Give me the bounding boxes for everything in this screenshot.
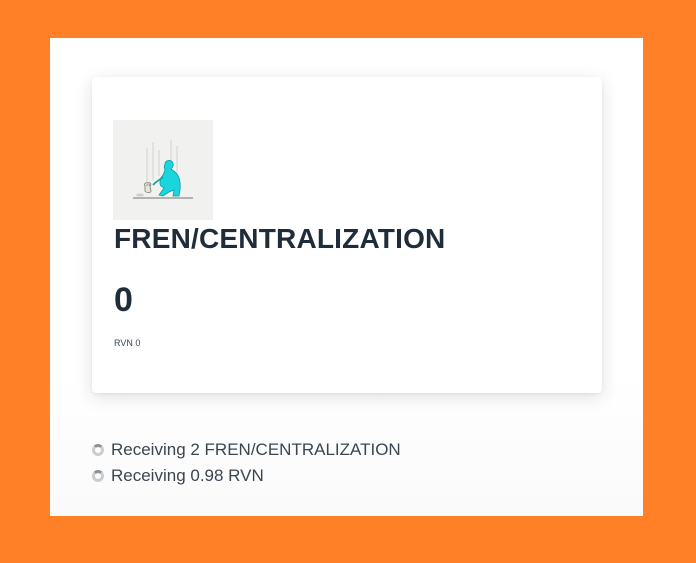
status-item-asset: Receiving 2 FREN/CENTRALIZATION	[92, 437, 401, 463]
status-item-rvn: Receiving 0.98 RVN	[92, 463, 401, 489]
loading-spinner-icon	[92, 444, 104, 456]
status-text: Receiving 2 FREN/CENTRALIZATION	[111, 440, 401, 459]
asset-card: FREN/CENTRALIZATION 0 RVN 0	[92, 77, 602, 393]
wallet-panel: FREN/CENTRALIZATION 0 RVN 0 Receiving 2 …	[50, 38, 643, 516]
asset-name: FREN/CENTRALIZATION	[114, 223, 446, 254]
asset-image	[113, 120, 213, 220]
transfer-status-list: Receiving 2 FREN/CENTRALIZATION Receivin…	[92, 437, 401, 489]
rvn-balance: RVN 0	[114, 338, 141, 348]
loading-spinner-icon	[92, 470, 104, 482]
asset-balance: 0	[114, 281, 133, 319]
status-text: Receiving 0.98 RVN	[111, 466, 264, 485]
crouching-figure-illustration	[133, 140, 193, 199]
